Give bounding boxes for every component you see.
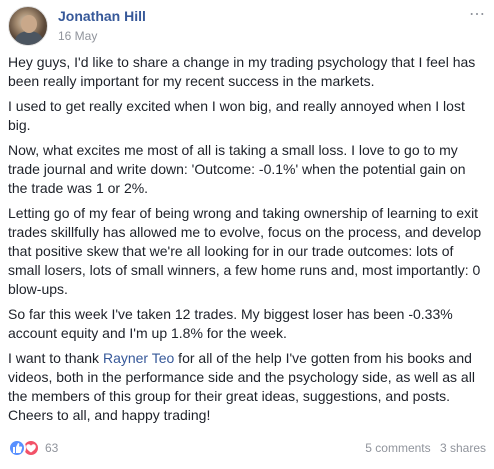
comments-link[interactable]: 5 comments [365,441,430,455]
avatar[interactable] [8,6,48,46]
avatar-face [21,15,37,33]
mention-link[interactable]: Rayner Teo [103,350,174,366]
post-footer: 63 5 comments 3 shares [8,437,486,459]
text-before-mention: I want to thank [8,350,103,366]
shares-link[interactable]: 3 shares [440,441,486,455]
post-paragraph-last: I want to thank Rayner Teo for all of th… [8,349,486,425]
post-paragraph: Now, what excites me most of all is taki… [8,142,466,196]
post-stats: 5 comments 3 shares [365,441,486,455]
author-name[interactable]: Jonathan Hill [58,8,146,24]
post-paragraph: Hey guys, I'd like to share a change in … [8,54,476,89]
post-paragraph: So far this week I've taken 12 trades. M… [8,306,453,341]
post-date[interactable]: 16 May [58,29,97,43]
post-body: Hey guys, I'd like to share a change in … [8,53,486,431]
post-paragraph: I used to get really excited when I won … [8,98,465,133]
reaction-count[interactable]: 63 [45,441,58,455]
post-header: Jonathan Hill 16 May ⋯ [8,6,486,54]
ellipsis-icon[interactable]: ⋯ [469,4,486,24]
avatar-shoulders [15,31,43,45]
like-icon[interactable] [8,439,26,457]
post-paragraph: Letting go of my fear of being wrong and… [8,205,482,297]
post-card: Jonathan Hill 16 May ⋯ Hey guys, I'd lik… [0,0,494,469]
